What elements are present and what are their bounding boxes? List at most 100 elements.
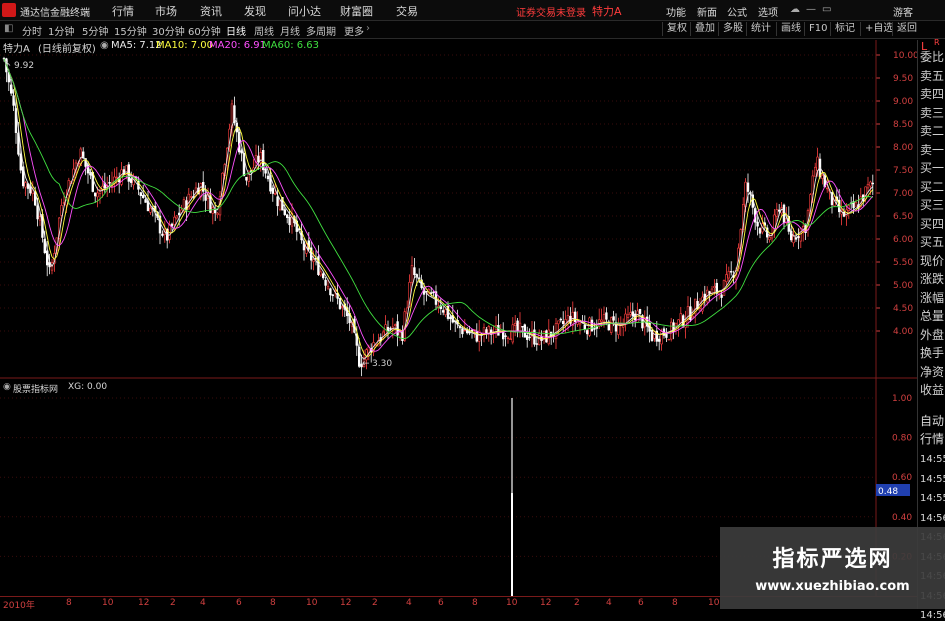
quote-panel-item: 14:55 <box>920 493 945 504</box>
candle-body <box>96 192 99 198</box>
info-stock-name: 特力A <box>3 44 30 55</box>
candle-body <box>583 324 587 330</box>
info-ma20: MA20: 6.91 <box>209 40 267 51</box>
price-axis-label: 6.00 <box>893 235 913 245</box>
watermark: 指标严选网 www.xuezhibiao.com <box>720 527 945 609</box>
price-axis-label: 10.00 <box>893 51 919 61</box>
candle-body <box>142 195 145 198</box>
x-axis-label: 4 <box>406 598 412 608</box>
candle-body <box>509 338 512 340</box>
candle-body <box>329 288 332 296</box>
price-axis-label: 8.00 <box>893 143 913 153</box>
candle-body <box>729 271 733 273</box>
candle-body <box>449 316 452 320</box>
candle-body <box>605 312 608 320</box>
price-axis-label: 5.50 <box>893 258 913 268</box>
candle-body <box>190 196 193 198</box>
low-arrow-icon: ← <box>362 359 370 369</box>
price-axis-label: 7.50 <box>893 166 913 176</box>
candle-body <box>506 337 510 340</box>
price-axis-label: 7.00 <box>893 189 913 199</box>
corner-r[interactable]: R <box>934 38 940 47</box>
x-axis-label: 2010年 <box>3 601 35 611</box>
candle-body <box>211 207 214 214</box>
candle-body <box>777 209 781 212</box>
current-indicator-value: 0.48 <box>878 487 898 497</box>
candle-body <box>326 286 330 289</box>
candle-body <box>175 215 178 219</box>
x-axis-label: 8 <box>270 598 276 608</box>
candle-body <box>513 322 517 326</box>
quote-panel-item: 卖四 <box>920 87 945 101</box>
candle-body <box>667 338 671 341</box>
candle-body <box>257 155 260 163</box>
candle-body <box>321 273 325 279</box>
candle-body <box>746 182 750 192</box>
candle-body <box>487 326 490 334</box>
candle-body <box>178 212 181 216</box>
indicator-settings-icon[interactable]: ◉ <box>3 382 11 392</box>
candle-body <box>713 286 716 289</box>
candle-body <box>768 236 771 240</box>
x-axis-label: 10 <box>708 598 720 608</box>
quote-panel-item: 14:56 <box>920 512 945 524</box>
candle-body <box>91 172 95 192</box>
price-axis-label: 8.50 <box>893 120 913 130</box>
candle-body <box>588 317 591 336</box>
indicator-name: 股票指标网 <box>13 385 59 395</box>
high-price-annotation: 9.92 <box>14 61 34 71</box>
watermark-title: 指标严选网 <box>772 547 893 572</box>
candle-body <box>245 176 248 181</box>
quote-panel-item: 买五 <box>920 235 945 249</box>
price-axis-label: 6.50 <box>893 212 913 222</box>
x-axis-label: 12 <box>138 598 150 608</box>
candle-body <box>585 330 589 335</box>
candle-body <box>461 328 464 335</box>
candle-body <box>410 265 414 283</box>
candle-body <box>264 168 267 174</box>
x-axis-label: 10 <box>102 598 114 608</box>
candle-body <box>561 321 565 325</box>
candle-body <box>285 214 289 218</box>
candle-body <box>341 306 344 308</box>
candle-body <box>797 236 800 239</box>
kline-chart[interactable]: 10.00 9.50 9.00 8.50 8.00 7.50 7.00 6.50 6.00 5.5… <box>0 0 945 609</box>
candle-body <box>624 313 627 324</box>
candle-body <box>312 259 315 262</box>
price-axis-label: 9.50 <box>893 74 913 84</box>
quote-panel-item: 卖二 <box>920 124 945 138</box>
candle-body <box>871 182 875 185</box>
quote-panel-item: 14:55 <box>920 454 945 465</box>
indicator-axis-label: 0.80 <box>892 434 912 444</box>
candle-body <box>653 331 656 339</box>
candle-body <box>629 312 632 315</box>
candle-body <box>396 321 399 336</box>
x-axis-label: 8 <box>472 598 478 608</box>
candle-body <box>324 279 327 286</box>
candle-body <box>573 311 577 323</box>
candle-body <box>631 311 635 317</box>
candle-body <box>720 294 723 298</box>
quote-panel-item: 买一 <box>920 161 945 175</box>
candle-body <box>593 328 596 330</box>
low-price-annotation: 3.30 <box>372 359 392 369</box>
candle-body <box>444 309 447 316</box>
x-axis-label: 12 <box>540 598 552 608</box>
candle-body <box>36 205 39 220</box>
candle-body <box>794 237 798 240</box>
x-axis-label: 8 <box>672 598 678 608</box>
candle-body <box>525 335 529 340</box>
candle-body <box>578 322 582 326</box>
candle-body <box>612 316 615 321</box>
x-axis-label: 2 <box>170 598 176 608</box>
candle-body <box>149 207 152 213</box>
watermark-url: www.xuezhibiao.com <box>755 579 910 594</box>
settings-icon[interactable]: ◉ <box>100 40 109 51</box>
candle-body <box>518 322 522 332</box>
candle-body <box>161 233 164 236</box>
candle-body <box>170 223 174 227</box>
x-axis-label: 6 <box>236 598 242 608</box>
price-axis-label: 9.00 <box>893 97 913 107</box>
candle-body <box>108 181 111 184</box>
candle-body <box>821 175 824 179</box>
